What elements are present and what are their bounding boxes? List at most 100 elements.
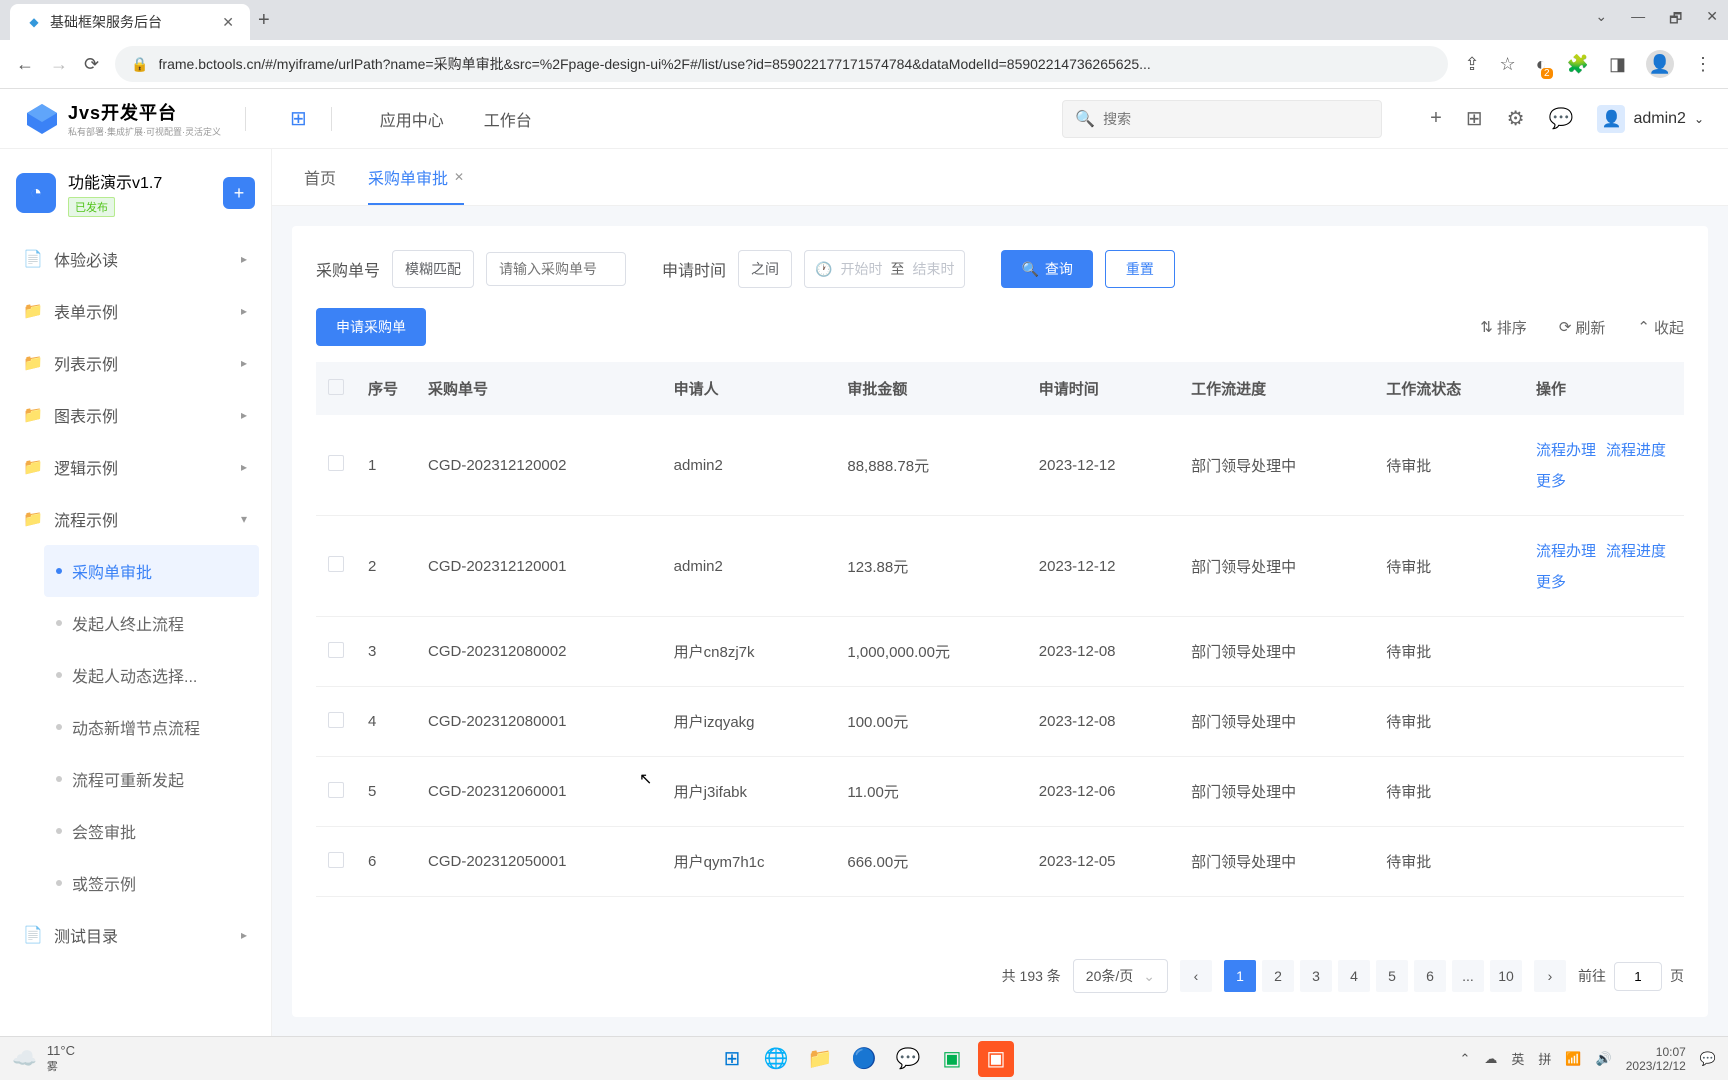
menu-list[interactable]: 📁列表示例▸ — [12, 337, 259, 389]
wechat-icon[interactable]: 💬 — [890, 1041, 926, 1077]
volume-icon[interactable]: 🔊 — [1596, 1051, 1612, 1067]
chrome-icon[interactable]: 🌐 — [758, 1041, 794, 1077]
page-number[interactable]: 2 — [1262, 960, 1294, 992]
query-button[interactable]: 🔍查询 — [1001, 250, 1092, 288]
filter-match-select[interactable]: 模糊匹配 — [392, 250, 474, 288]
page-number[interactable]: ... — [1452, 960, 1484, 992]
page-prev[interactable]: ‹ — [1180, 960, 1212, 992]
menu-icon[interactable]: ⋮ — [1694, 54, 1712, 75]
sub-item-orsign[interactable]: 或签示例 — [44, 857, 259, 909]
row-checkbox[interactable] — [328, 642, 344, 658]
checkbox-all[interactable] — [328, 379, 344, 395]
forward-icon[interactable]: → — [50, 54, 68, 75]
page-jump-input[interactable] — [1614, 962, 1662, 991]
row-checkbox[interactable] — [328, 455, 344, 471]
sort-button[interactable]: ⇅排序 — [1480, 317, 1527, 338]
sub-item-purchase[interactable]: 采购单审批 — [44, 545, 259, 597]
extension-icon[interactable]: ◐2 — [1536, 54, 1547, 75]
filter-time-operator[interactable]: 之间 — [738, 250, 792, 288]
edge-icon[interactable]: 🔵 — [846, 1041, 882, 1077]
action-more[interactable]: 更多 — [1536, 470, 1566, 491]
row-checkbox[interactable] — [328, 556, 344, 572]
sub-item-countersign[interactable]: 会签审批 — [44, 805, 259, 857]
caret-down-icon[interactable]: ⌄ — [1595, 8, 1607, 32]
profile-icon[interactable]: 👤 — [1646, 50, 1674, 78]
create-button[interactable]: 申请采购单 — [316, 308, 426, 346]
start-icon[interactable]: ⊞ — [714, 1041, 750, 1077]
page-number[interactable]: 3 — [1300, 960, 1332, 992]
sidepanel-icon[interactable]: ◨ — [1609, 54, 1626, 75]
search-input[interactable] — [1103, 111, 1369, 127]
refresh-button[interactable]: ⟳刷新 — [1559, 317, 1606, 338]
action-process[interactable]: 流程办理 — [1536, 540, 1596, 561]
page-number[interactable]: 1 — [1224, 960, 1256, 992]
close-window-icon[interactable]: ✕ — [1706, 8, 1718, 32]
share-icon[interactable]: ⇪ — [1464, 54, 1479, 75]
collapse-button[interactable]: ⌃收起 — [1637, 317, 1684, 338]
action-progress[interactable]: 流程进度 — [1606, 540, 1666, 561]
row-checkbox[interactable] — [328, 782, 344, 798]
bookmark-icon[interactable]: ☆ — [1500, 54, 1516, 75]
ime-mode[interactable]: 拼 — [1538, 1049, 1551, 1068]
action-process[interactable]: 流程办理 — [1536, 439, 1596, 460]
page-number[interactable]: 6 — [1414, 960, 1446, 992]
logo-subtitle: 私有部署·集成扩展·可视配置·灵活定义 — [68, 125, 221, 138]
tray-chevron-icon[interactable]: ⌃ — [1459, 1051, 1470, 1067]
tab-current[interactable]: 采购单审批✕ — [368, 149, 464, 205]
tray-cloud-icon[interactable]: ☁ — [1484, 1051, 1497, 1067]
action-progress[interactable]: 流程进度 — [1606, 439, 1666, 460]
browser-tab[interactable]: ◆ 基础框架服务后台 ✕ — [10, 4, 250, 40]
menu-logic[interactable]: 📁逻辑示例▸ — [12, 441, 259, 493]
minimize-icon[interactable]: — — [1631, 8, 1645, 32]
tab-home[interactable]: 首页 — [304, 149, 336, 205]
row-checkbox[interactable] — [328, 712, 344, 728]
cell-orderno: CGD-202312080001 — [416, 687, 662, 757]
extensions-icon[interactable]: 🧩 — [1567, 54, 1589, 75]
page-number[interactable]: 5 — [1376, 960, 1408, 992]
page-number[interactable]: 10 — [1490, 960, 1522, 992]
clock[interactable]: 10:07 2023/12/12 — [1626, 1045, 1686, 1073]
ime-lang[interactable]: 英 — [1511, 1049, 1524, 1068]
menu-test[interactable]: 📄测试目录▸ — [12, 909, 259, 961]
sub-item-addnode[interactable]: 动态新增节点流程 — [44, 701, 259, 753]
menu-tiyan[interactable]: 📄体验必读▸ — [12, 233, 259, 285]
menu-flow[interactable]: 📁流程示例▾ — [12, 493, 259, 545]
sub-item-dynamic[interactable]: 发起人动态选择... — [44, 649, 259, 701]
app-icon[interactable]: ▣ — [934, 1041, 970, 1077]
close-icon[interactable]: ✕ — [454, 170, 464, 184]
message-icon[interactable]: 💬 — [1549, 106, 1574, 131]
menu-form[interactable]: 📁表单示例▸ — [12, 285, 259, 337]
sub-item-restart[interactable]: 流程可重新发起 — [44, 753, 259, 805]
notifications-icon[interactable]: 💬 — [1700, 1051, 1716, 1067]
row-checkbox[interactable] — [328, 852, 344, 868]
plus-icon[interactable]: + — [1430, 107, 1442, 130]
page-size-select[interactable]: 20条/页⌄ — [1073, 959, 1168, 993]
action-more[interactable]: 更多 — [1536, 571, 1566, 592]
sidebar-add-button[interactable]: + — [223, 177, 255, 209]
user-menu[interactable]: 👤 admin2 ⌄ — [1597, 105, 1704, 133]
recorder-icon[interactable]: ▣ — [978, 1041, 1014, 1077]
address-bar[interactable]: 🔒 frame.bctools.cn/#/myiframe/urlPath?na… — [115, 46, 1448, 82]
page-number[interactable]: 4 — [1338, 960, 1370, 992]
settings-icon[interactable]: ⚙ — [1507, 106, 1525, 131]
page-next[interactable]: › — [1534, 960, 1566, 992]
maximize-icon[interactable]: 🗗 — [1669, 8, 1682, 32]
app-header: Jvs开发平台 私有部署·集成扩展·可视配置·灵活定义 ⊞ 应用中心 工作台 🔍… — [0, 89, 1728, 149]
reset-button[interactable]: 重置 — [1105, 250, 1175, 288]
new-tab-button[interactable]: + — [258, 9, 270, 32]
grid-icon[interactable]: ⊞ — [1466, 106, 1483, 131]
taskbar-weather[interactable]: ☁️ 11°C 雾 — [12, 1043, 75, 1074]
nav-appcenter[interactable]: 应用中心 — [380, 107, 444, 131]
header-search[interactable]: 🔍 — [1062, 100, 1382, 138]
date-range-picker[interactable]: 🕐 开始时 至 结束时 — [804, 250, 965, 288]
apps-icon[interactable]: ⊞ — [290, 106, 307, 131]
nav-workbench[interactable]: 工作台 — [484, 107, 532, 131]
back-icon[interactable]: ← — [16, 54, 34, 75]
wifi-icon[interactable]: 📶 — [1565, 1051, 1581, 1067]
close-icon[interactable]: ✕ — [222, 14, 234, 31]
reload-icon[interactable]: ⟳ — [84, 54, 99, 75]
sub-item-terminate[interactable]: 发起人终止流程 — [44, 597, 259, 649]
filter-orderno-input[interactable] — [486, 252, 626, 286]
menu-chart[interactable]: 📁图表示例▸ — [12, 389, 259, 441]
explorer-icon[interactable]: 📁 — [802, 1041, 838, 1077]
